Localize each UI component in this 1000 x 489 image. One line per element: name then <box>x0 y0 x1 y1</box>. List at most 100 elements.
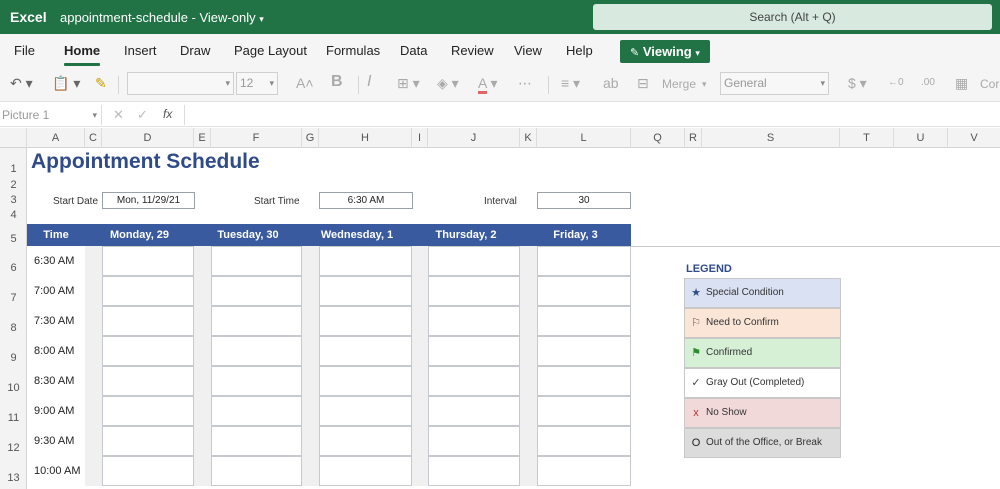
app-name[interactable]: Excel <box>10 9 47 25</box>
time-cell[interactable]: 6:30 AM <box>27 246 85 276</box>
appointment-slot[interactable] <box>537 426 631 456</box>
search-box[interactable]: Search (Alt + Q) <box>593 4 992 30</box>
fill-color-icon[interactable]: ◈ ▾ <box>437 75 459 92</box>
appointment-slot[interactable] <box>537 456 631 486</box>
appointment-slot[interactable] <box>428 306 520 336</box>
appointment-slot[interactable] <box>211 336 302 366</box>
align-icon[interactable]: ≡ ▾ <box>561 75 580 92</box>
row-header[interactable]: 13 <box>0 472 27 484</box>
appointment-slot[interactable] <box>537 276 631 306</box>
format-painter-icon[interactable]: ✎ <box>95 75 107 92</box>
column-header[interactable]: J <box>428 128 520 148</box>
column-header[interactable]: U <box>894 128 948 148</box>
row-header[interactable]: 6 <box>0 262 27 274</box>
cancel-icon[interactable]: ✕ <box>113 107 124 123</box>
tab-home[interactable]: Home <box>64 43 101 66</box>
tab-view[interactable]: View <box>514 43 542 58</box>
row-header[interactable]: 2 <box>0 179 27 191</box>
appointment-slot[interactable] <box>319 426 412 456</box>
column-header[interactable]: Q <box>631 128 685 148</box>
row-header[interactable]: 8 <box>0 322 27 334</box>
cell-styles-button[interactable]: Cor <box>980 77 999 91</box>
appointment-slot[interactable] <box>537 246 631 276</box>
borders-icon[interactable]: ⊞ ▾ <box>397 75 420 92</box>
increase-font-icon[interactable]: A˄ <box>296 75 314 91</box>
tab-file[interactable]: File <box>14 43 35 58</box>
tab-help[interactable]: Help <box>566 43 593 58</box>
bold-button[interactable]: B <box>331 73 343 91</box>
column-header[interactable]: L <box>537 128 631 148</box>
currency-icon[interactable]: $ ▾ <box>848 75 867 92</box>
appointment-slot[interactable] <box>319 336 412 366</box>
time-cell[interactable]: 9:00 AM <box>27 396 85 426</box>
select-all-corner[interactable] <box>0 128 27 148</box>
row-header[interactable]: 4 <box>0 209 27 221</box>
function-icon[interactable]: fx <box>163 107 172 121</box>
wrap-text-icon[interactable]: ab <box>603 75 619 91</box>
more-icon[interactable]: ⋯ <box>518 75 532 92</box>
column-header[interactable]: C <box>85 128 102 148</box>
undo-icon[interactable]: ↶ ▾ <box>10 75 33 92</box>
appointment-slot[interactable] <box>428 426 520 456</box>
column-header[interactable]: S <box>702 128 840 148</box>
column-header[interactable]: I <box>412 128 428 148</box>
document-title[interactable]: appointment-schedule - View-only ▾ <box>60 10 264 25</box>
column-header[interactable]: R <box>685 128 702 148</box>
viewing-mode-button[interactable]: ✎ Viewing ▾ <box>620 40 710 63</box>
italic-icon[interactable]: I <box>367 73 371 91</box>
appointment-slot[interactable] <box>319 456 412 486</box>
appointment-slot[interactable] <box>428 276 520 306</box>
column-header[interactable]: E <box>194 128 211 148</box>
font-color-icon[interactable]: A ▾ <box>478 75 498 94</box>
chevron-down-icon[interactable]: ▾ <box>702 79 707 90</box>
start-date-field[interactable]: Mon, 11/29/21 <box>102 192 195 209</box>
appointment-slot[interactable] <box>102 246 194 276</box>
appointment-slot[interactable] <box>428 456 520 486</box>
tab-review[interactable]: Review <box>451 43 494 58</box>
appointment-slot[interactable] <box>319 306 412 336</box>
row-header[interactable]: 3 <box>0 194 27 206</box>
appointment-slot[interactable] <box>102 396 194 426</box>
tab-draw[interactable]: Draw <box>180 43 210 58</box>
tab-insert[interactable]: Insert <box>124 43 157 58</box>
time-cell[interactable]: 10:00 AM <box>27 456 85 486</box>
appointment-slot[interactable] <box>428 336 520 366</box>
column-header[interactable]: H <box>319 128 412 148</box>
search-input[interactable]: Search (Alt + Q) <box>749 10 835 24</box>
appointment-slot[interactable] <box>102 426 194 456</box>
paste-icon[interactable]: 📋 ▾ <box>52 75 80 92</box>
interval-field[interactable]: 30 <box>537 192 631 209</box>
appointment-slot[interactable] <box>211 306 302 336</box>
appointment-slot[interactable] <box>319 366 412 396</box>
name-box[interactable]: Picture 1 ▾ <box>0 105 102 125</box>
row-header[interactable]: 11 <box>0 412 27 424</box>
column-header[interactable]: A <box>27 128 85 148</box>
start-time-field[interactable]: 6:30 AM <box>319 192 413 209</box>
row-header[interactable]: 7 <box>0 292 27 304</box>
column-header[interactable]: F <box>211 128 302 148</box>
appointment-slot[interactable] <box>211 456 302 486</box>
tab-data[interactable]: Data <box>400 43 427 58</box>
row-header[interactable]: 5 <box>0 233 27 245</box>
appointment-slot[interactable] <box>537 366 631 396</box>
column-header[interactable]: K <box>520 128 537 148</box>
appointment-slot[interactable] <box>102 456 194 486</box>
appointment-slot[interactable] <box>428 396 520 426</box>
time-cell[interactable]: 7:30 AM <box>27 306 85 336</box>
merge-button[interactable]: Merge <box>662 77 696 91</box>
column-header[interactable]: G <box>302 128 319 148</box>
appointment-slot[interactable] <box>537 306 631 336</box>
appointment-slot[interactable] <box>211 276 302 306</box>
row-header[interactable]: 12 <box>0 442 27 454</box>
appointment-slot[interactable] <box>102 276 194 306</box>
cell-styles-icon[interactable]: ▦ <box>955 75 968 92</box>
appointment-slot[interactable] <box>211 426 302 456</box>
decrease-decimal-icon[interactable]: ←0 <box>888 77 904 88</box>
row-header[interactable]: 9 <box>0 352 27 364</box>
appointment-slot[interactable] <box>102 306 194 336</box>
appointment-slot[interactable] <box>211 246 302 276</box>
appointment-slot[interactable] <box>102 366 194 396</box>
tab-formulas[interactable]: Formulas <box>326 43 380 58</box>
appointment-slot[interactable] <box>428 246 520 276</box>
appointment-slot[interactable] <box>319 276 412 306</box>
